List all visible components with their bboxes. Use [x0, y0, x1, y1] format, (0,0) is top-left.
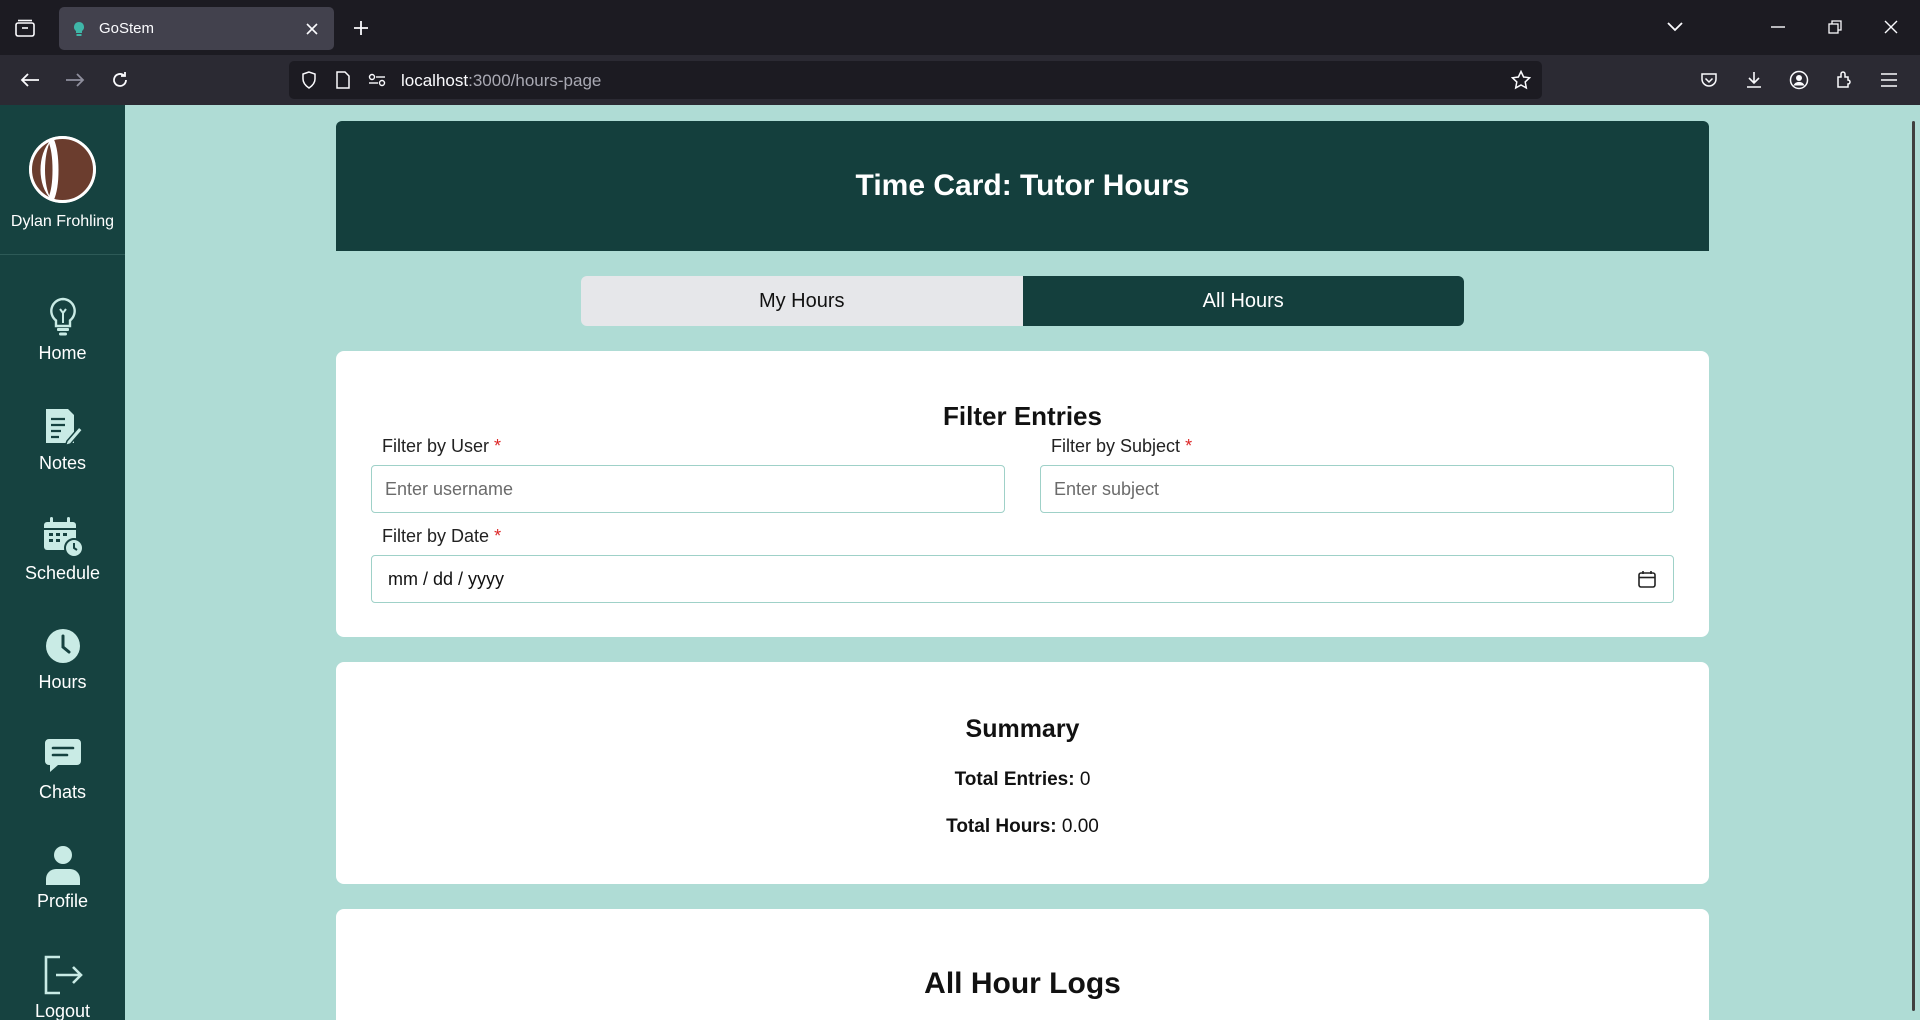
sidebar-item-chats[interactable]: Chats [0, 734, 125, 824]
sidebar-item-label: Chats [38, 782, 87, 802]
sidebar-divider [0, 254, 125, 255]
logs-heading: All Hour Logs [924, 967, 1121, 1000]
date-filter-label-text: Filter by Date [382, 526, 490, 546]
calendar-icon[interactable] [1637, 569, 1657, 589]
browser-tab[interactable]: GoStem [59, 7, 334, 50]
hours-toggle: My Hours All Hours [581, 276, 1464, 326]
total-hours-value: 0.00 [1061, 816, 1099, 837]
date-placeholder: mm / dd / yyyy [388, 568, 505, 589]
new-tab-icon[interactable] [348, 15, 374, 41]
app-viewport: Dylan Frohling Home Notes Schedule Hours [0, 105, 1920, 1020]
restore-icon[interactable] [1820, 12, 1850, 42]
tab-my-hours[interactable]: My Hours [581, 276, 1023, 326]
tab-all-hours[interactable]: All Hours [1022, 276, 1464, 326]
total-hours-label: Total Hours: [946, 816, 1057, 837]
sidebar-item-label: Profile [36, 891, 89, 911]
pocket-icon[interactable] [1694, 65, 1724, 95]
reload-icon[interactable] [105, 65, 135, 95]
clock-icon [41, 624, 85, 668]
user-filter-label-text: Filter by User [382, 436, 490, 456]
menu-icon[interactable] [1874, 65, 1904, 95]
total-entries-value: 0 [1079, 769, 1091, 790]
sidebar-item-schedule[interactable]: Schedule [0, 515, 125, 605]
forward-icon[interactable] [60, 65, 90, 95]
sidebar-item-hours[interactable]: Hours [0, 624, 125, 714]
summary-heading: Summary [965, 715, 1080, 743]
url-host: localhost [401, 71, 469, 90]
extensions-icon[interactable] [1829, 65, 1859, 95]
subject-filter-label: Filter by Subject * [1051, 436, 1192, 457]
url-bar[interactable]: localhost:3000/hours-page [289, 61, 1542, 99]
summary-card: Summary Total Entries: 0 Total Hours: 0.… [336, 662, 1709, 884]
scrollbar[interactable] [1904, 105, 1920, 1020]
required-mark: * [494, 436, 502, 456]
user-icon [41, 843, 85, 887]
username-filter-input[interactable] [371, 465, 1005, 513]
page-title: Time Card: Tutor Hours [855, 169, 1190, 202]
total-entries: Total Entries: 0 [336, 769, 1709, 791]
scrollbar-thumb[interactable] [1912, 121, 1915, 1011]
sidebar-item-notes[interactable]: Notes [0, 405, 125, 495]
filter-heading: Filter Entries [943, 401, 1102, 431]
sidebar-item-label: Notes [38, 453, 87, 473]
avatar[interactable] [29, 136, 96, 203]
close-tab-icon[interactable] [302, 19, 322, 39]
total-entries-label: Total Entries: [954, 769, 1075, 790]
required-mark: * [1185, 436, 1193, 456]
permissions-icon[interactable] [367, 70, 387, 90]
logout-icon [41, 953, 85, 997]
minimize-icon[interactable] [1763, 12, 1793, 42]
sidebar-item-logout[interactable]: Logout [0, 953, 125, 1020]
sidebar-item-label: Hours [38, 672, 87, 692]
url-path: :3000/hours-page [468, 71, 602, 90]
downloads-icon[interactable] [1739, 65, 1769, 95]
subject-filter-label-text: Filter by Subject [1051, 436, 1181, 456]
browser-nav-bar: localhost:3000/hours-page [0, 55, 1920, 105]
date-filter-input[interactable]: mm / dd / yyyy [371, 555, 1674, 603]
page-header: Time Card: Tutor Hours [336, 121, 1709, 251]
notes-icon [41, 405, 85, 449]
total-hours: Total Hours: 0.00 [336, 816, 1709, 838]
close-window-icon[interactable] [1876, 12, 1906, 42]
filter-card: Filter Entries Filter by User * Filter b… [336, 351, 1709, 637]
calendar-clock-icon [41, 515, 85, 559]
account-icon[interactable] [1784, 65, 1814, 95]
chat-icon [41, 734, 85, 778]
sidebar-item-label: Home [38, 343, 87, 363]
url-text[interactable]: localhost:3000/hours-page [401, 71, 601, 91]
sidebar-item-home[interactable]: Home [0, 295, 125, 385]
sidebar-item-label: Logout [34, 1001, 91, 1020]
browser-tab-bar: GoStem [0, 0, 1920, 55]
tab-title: GoStem [99, 20, 155, 37]
subject-filter-input[interactable] [1040, 465, 1674, 513]
lightbulb-icon [41, 295, 85, 339]
sidebar-item-profile[interactable]: Profile [0, 843, 125, 933]
back-icon[interactable] [15, 65, 45, 95]
sidebar: Dylan Frohling Home Notes Schedule Hours [0, 105, 125, 1020]
shield-icon[interactable] [299, 70, 319, 90]
bookmark-star-icon[interactable] [1511, 70, 1531, 90]
page-icon[interactable] [333, 70, 353, 90]
user-filter-label: Filter by User * [382, 436, 501, 457]
sidebar-item-label: Schedule [24, 563, 101, 583]
tab-overview-icon[interactable] [12, 16, 38, 40]
lightbulb-favicon-icon [71, 21, 87, 37]
required-mark: * [494, 526, 502, 546]
list-tabs-icon[interactable] [1660, 12, 1690, 42]
user-name: Dylan Frohling [10, 213, 115, 230]
logs-card: All Hour Logs [336, 909, 1709, 1020]
date-filter-label: Filter by Date * [382, 526, 501, 547]
